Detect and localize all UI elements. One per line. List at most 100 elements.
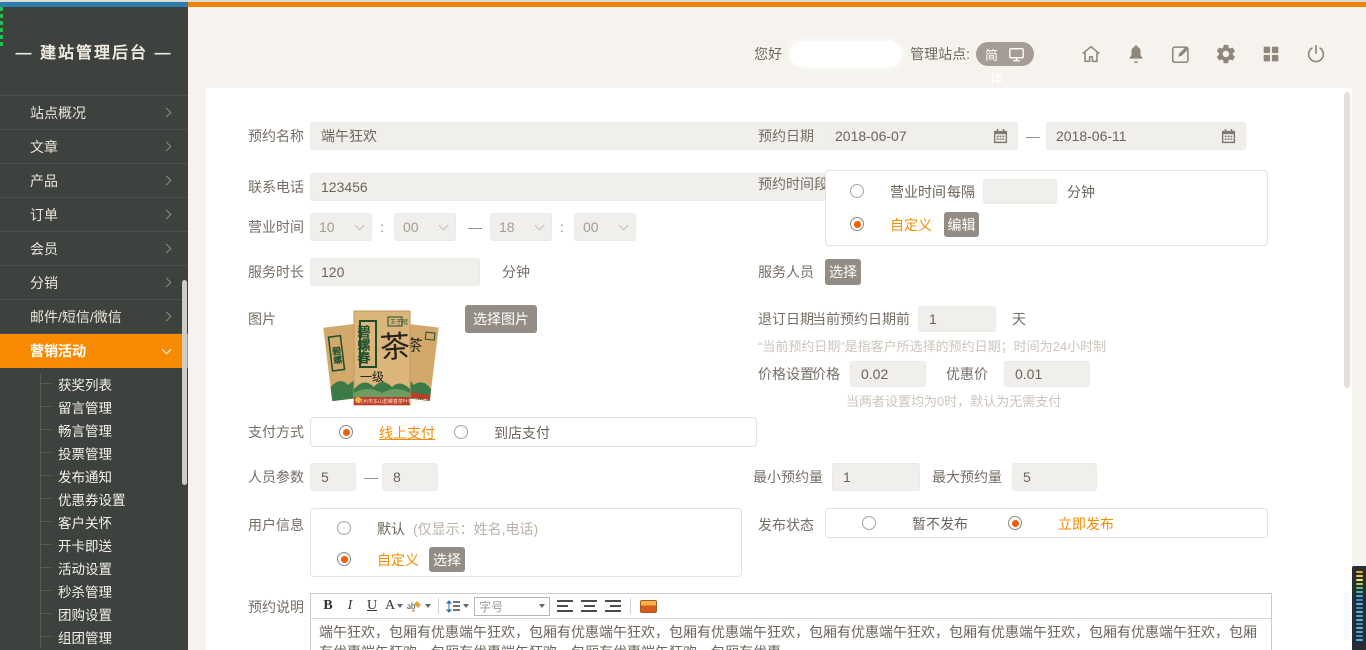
sidebar-subitem-4[interactable]: 发布通知: [40, 464, 188, 487]
sidebar-subitem-10[interactable]: 团购设置: [40, 602, 188, 625]
dock-color-dash: [1356, 575, 1363, 577]
hours-start-min-select[interactable]: 00: [394, 213, 456, 241]
sidebar-subitem-2[interactable]: 畅言管理: [40, 418, 188, 441]
slot-custom-radio[interactable]: [850, 217, 864, 231]
highlight-button[interactable]: ab: [407, 597, 431, 616]
language-badge[interactable]: 简: [976, 42, 1034, 66]
date-to-input[interactable]: 2018-06-11: [1046, 122, 1246, 150]
align-center-button[interactable]: [581, 600, 597, 612]
sidebar-item-1[interactable]: 文章: [0, 130, 188, 164]
chevron-down-icon: [355, 221, 365, 231]
sidebar-item-3[interactable]: 订单: [0, 198, 188, 232]
hours-end-min-select[interactable]: 00: [574, 213, 636, 241]
align-left-button[interactable]: [557, 600, 573, 612]
dock-color-dash: [1356, 607, 1363, 609]
publish-now-option[interactable]: 立即发布: [1058, 516, 1114, 532]
product-image[interactable]: 碧螺 茶 王子冠碧螺春茶一级苏州市东山碧螺春茶叶有限公司: [318, 305, 445, 408]
home-icon[interactable]: [1079, 42, 1103, 66]
sidebar-subitem-9[interactable]: 秒杀管理: [40, 579, 188, 602]
sidebar-item-label: 分销: [30, 273, 163, 293]
userinfo-custom-option[interactable]: 自定义: [377, 552, 419, 568]
rich-text-editor: B I U A ab 字号 端午狂欢，包厢有优惠端午狂欢，包厢有优惠端午狂欢，包…: [310, 593, 1272, 650]
underline-button[interactable]: U: [363, 597, 381, 616]
dock-color-dash: [1356, 615, 1363, 617]
tree-tick: [40, 590, 51, 591]
userinfo-default-option[interactable]: 默认: [377, 521, 405, 537]
sidebar-item-label: 营销活动: [30, 341, 163, 361]
edge-dock-widget[interactable]: [1352, 566, 1366, 650]
hours-start-hour-select[interactable]: 10: [310, 213, 372, 241]
refund-prefix: 当前预约日期前: [812, 305, 910, 333]
insert-image-button[interactable]: [640, 600, 657, 613]
people-min-input[interactable]: [310, 463, 356, 491]
publish-later-radio[interactable]: [862, 516, 876, 530]
sidebar-subitem-7[interactable]: 开卡即送: [40, 533, 188, 556]
sidebar-subitem-label: 活动设置: [58, 558, 112, 578]
max-booking-input[interactable]: [1012, 463, 1097, 491]
hours-start-min-value: 00: [403, 219, 419, 235]
sidebar-subitem-5[interactable]: 优惠券设置: [40, 487, 188, 510]
sidebar-item-2[interactable]: 产品: [0, 164, 188, 198]
slot-business-hours-option[interactable]: 营业时间: [890, 184, 946, 200]
refund-hint: “当前预约日期”是指客户所选择的预约日期；时间为24小时制: [758, 336, 1106, 355]
sidebar-item-4[interactable]: 会员: [0, 232, 188, 266]
pay-instore-option[interactable]: 到店支付: [494, 425, 550, 441]
date-from-input[interactable]: 2018-06-07: [825, 122, 1018, 150]
pay-online-radio[interactable]: [339, 425, 353, 439]
sidebar-subitem-0[interactable]: 获奖列表: [40, 372, 188, 395]
chevron-right-icon: [162, 210, 172, 220]
editor-content[interactable]: 端午狂欢，包厢有优惠端午狂欢，包厢有优惠端午狂欢，包厢有优惠端午狂欢，包厢有优惠…: [311, 619, 1271, 650]
staff-select-button[interactable]: 选择: [825, 259, 861, 285]
refund-days-input[interactable]: [918, 306, 996, 332]
dock-color-dash: [1356, 603, 1363, 605]
bold-button[interactable]: B: [319, 597, 337, 616]
sidebar-subitem-1[interactable]: 留言管理: [40, 395, 188, 418]
slot-edit-button[interactable]: 编辑: [944, 212, 979, 237]
dock-color-dash: [1356, 571, 1363, 573]
publish-later-option[interactable]: 暂不发布: [912, 516, 968, 532]
bell-icon[interactable]: [1124, 42, 1148, 66]
hours-end-hour-select[interactable]: 18: [490, 213, 552, 241]
dock-color-dash: [1356, 579, 1363, 581]
people-separator: —: [364, 463, 378, 491]
sidebar-item-7[interactable]: 营销活动: [0, 334, 188, 368]
sidebar-subitem-3[interactable]: 投票管理: [40, 441, 188, 464]
image-label: 图片: [248, 305, 276, 333]
sidebar-item-6[interactable]: 邮件/短信/微信: [0, 300, 188, 334]
align-right-button[interactable]: [605, 600, 621, 612]
people-max-input[interactable]: [382, 463, 438, 491]
chevron-right-icon: [162, 176, 172, 186]
power-icon[interactable]: [1304, 42, 1328, 66]
chevron-down-icon: [397, 604, 403, 608]
sidebar-item-5[interactable]: 分销: [0, 266, 188, 300]
font-size-select[interactable]: 字号: [474, 597, 550, 616]
pay-online-option[interactable]: 线上支付: [379, 425, 435, 441]
panel-scrollbar-thumb[interactable]: [1344, 92, 1350, 388]
sidebar-subitem-8[interactable]: 活动设置: [40, 556, 188, 579]
sidebar-item-0[interactable]: 站点概况: [0, 96, 188, 130]
choose-image-button[interactable]: 选择图片: [465, 305, 537, 333]
brand-title: — 建站管理后台 —: [0, 7, 188, 95]
apps-icon[interactable]: [1259, 42, 1283, 66]
price-input[interactable]: [850, 361, 926, 387]
slot-custom-option[interactable]: 自定义: [890, 217, 932, 233]
min-booking-input[interactable]: [832, 463, 920, 491]
slot-business-hours-radio[interactable]: [850, 184, 864, 198]
line-height-button[interactable]: [446, 597, 469, 616]
font-color-button[interactable]: A: [385, 597, 403, 616]
gear-icon[interactable]: [1214, 42, 1238, 66]
italic-button[interactable]: I: [341, 597, 359, 616]
userinfo-default-radio[interactable]: [337, 521, 351, 535]
chevron-right-icon: [162, 244, 172, 254]
sidebar-scrollbar-thumb[interactable]: [182, 280, 187, 485]
duration-input[interactable]: [310, 258, 480, 286]
userinfo-custom-radio[interactable]: [337, 552, 351, 566]
publish-now-radio[interactable]: [1008, 516, 1022, 530]
userinfo-choose-button[interactable]: 选择: [429, 547, 465, 572]
pay-instore-radio[interactable]: [454, 425, 468, 439]
slot-interval-input[interactable]: [983, 179, 1057, 204]
sidebar-subitem-11[interactable]: 组团管理: [40, 625, 188, 648]
discount-price-input[interactable]: [1004, 361, 1090, 387]
sidebar-subitem-6[interactable]: 客户关怀: [40, 510, 188, 533]
compose-icon[interactable]: [1169, 42, 1193, 66]
